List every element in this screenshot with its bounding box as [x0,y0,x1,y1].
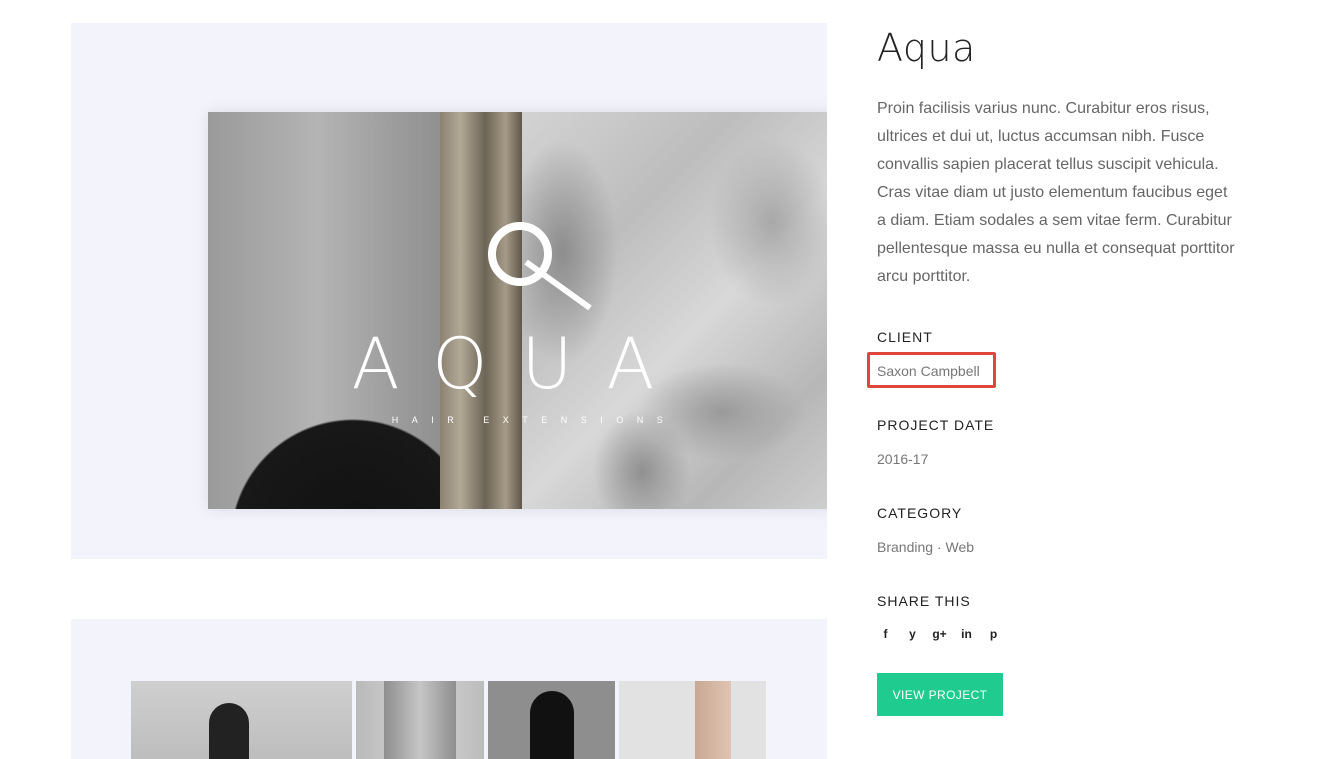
gallery-thumb [131,681,352,759]
project-description: Proin facilisis varius nunc. Curabitur e… [877,100,1235,285]
gallery-thumb [619,681,766,759]
aqua-brand-image: AQUA HAIR EXTENSIONS [208,112,827,509]
share-label: SHARE THIS [877,593,971,609]
twitter-icon[interactable]: y [904,626,921,642]
project-image-panel: AQUA HAIR EXTENSIONS [71,23,827,559]
view-project-button[interactable]: VIEW PROJECT [877,673,1003,716]
linkedin-icon[interactable]: in [958,626,975,642]
pinterest-icon[interactable]: p [985,626,1002,642]
category-label: CATEGORY [877,505,963,521]
logo-subtitle: HAIR EXTENSIONS [392,415,677,425]
gallery-thumb [356,681,484,759]
project-title: Aqua [877,26,976,70]
category-value: Branding · Web [877,539,975,555]
client-value: Saxon Campbell [877,363,980,379]
logo-wordmark: AQUA [352,323,689,405]
google-plus-icon[interactable]: g+ [931,626,948,642]
project-gallery-panel [71,619,827,759]
project-date-label: PROJECT DATE [877,417,995,433]
share-icons: f y g+ in p [877,626,1002,642]
project-date-value: 2016-17 [877,451,929,467]
aqua-logo: AQUA HAIR EXTENSIONS [352,222,689,425]
gallery-thumb [488,681,615,759]
client-label: CLIENT [877,329,933,345]
facebook-icon[interactable]: f [877,626,894,642]
